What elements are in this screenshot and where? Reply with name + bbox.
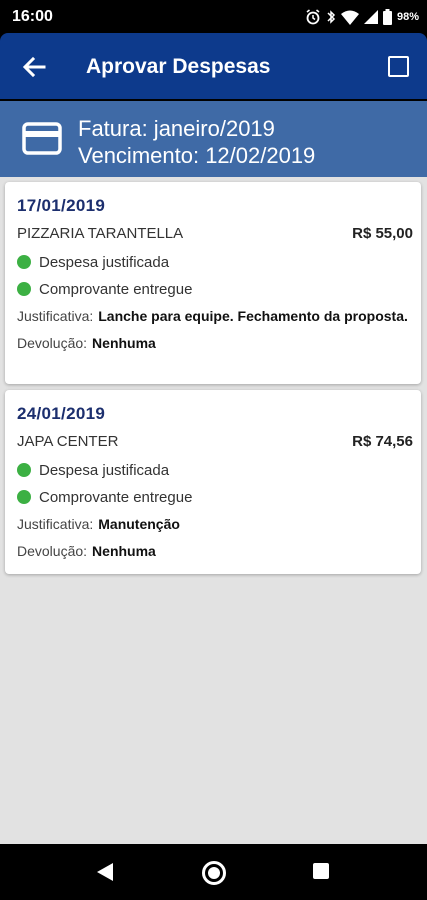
expense-date: 24/01/2019 — [17, 404, 106, 423]
battery-percentage: 98% — [396, 11, 419, 23]
status-bar: 16:00 98% — [0, 0, 427, 33]
back-button[interactable] — [18, 51, 50, 83]
justification-label: Justificativa: — [17, 308, 94, 324]
expense-amount: R$ 74,56 — [352, 433, 413, 450]
status-icons: 98% — [305, 8, 419, 26]
signal-icon — [363, 10, 378, 24]
refund-label: Devolução: — [17, 543, 88, 559]
invoice-header: Fatura: janeiro/2019 Vencimento: 12/02/2… — [0, 101, 427, 177]
refund-row: Devolução: Nenhuma — [17, 542, 409, 561]
justification-row: Justificativa: Manutenção — [17, 515, 409, 534]
home-circle-icon[interactable] — [201, 860, 227, 886]
system-nav-bar — [0, 844, 427, 900]
status-receipt-label: Comprovante entregue — [39, 488, 193, 506]
expense-vendor-row: PIZZARIA TARANTELLA R$ 55,00 — [17, 225, 413, 245]
page-title: Aprovar Despesas — [86, 55, 271, 78]
expense-vendor-row: JAPA CENTER R$ 74,56 — [17, 433, 413, 453]
credit-card-icon — [22, 122, 62, 155]
back-triangle-icon[interactable] — [96, 862, 114, 882]
recents-square-icon[interactable] — [313, 863, 329, 879]
arrow-left-icon — [22, 56, 46, 78]
refund-label: Devolução: — [17, 335, 88, 351]
invoice-month: Fatura: janeiro/2019 — [78, 116, 275, 141]
refund-row: Devolução: Nenhuma — [17, 334, 409, 353]
expense-vendor: PIZZARIA TARANTELLA — [17, 225, 184, 242]
refund-value: Nenhuma — [92, 543, 156, 559]
justification-label: Justificativa: — [17, 516, 94, 532]
expense-list: 17/01/2019 PIZZARIA TARANTELLA R$ 55,00 … — [0, 177, 427, 844]
expense-date: 17/01/2019 — [17, 196, 106, 215]
refund-value: Nenhuma — [92, 335, 156, 351]
wifi-icon — [340, 10, 359, 25]
invoice-due-date: Vencimento: 12/02/2019 — [78, 143, 316, 168]
status-time: 16:00 — [12, 8, 53, 25]
expense-vendor: JAPA CENTER — [17, 433, 119, 450]
status-justified-label: Despesa justificada — [39, 253, 170, 271]
app-bar: Aprovar Despesas — [0, 33, 427, 99]
alarm-icon — [306, 9, 320, 25]
status-justified: Despesa justificada — [17, 460, 409, 480]
green-dot-icon — [17, 463, 31, 477]
green-dot-icon — [17, 255, 31, 269]
justification-value: Lanche para equipe. Fechamento da propos… — [98, 308, 408, 324]
expense-card[interactable]: 17/01/2019 PIZZARIA TARANTELLA R$ 55,00 … — [5, 182, 421, 384]
expense-amount: R$ 55,00 — [352, 225, 413, 242]
green-dot-icon — [17, 490, 31, 504]
select-all-checkbox[interactable] — [388, 56, 409, 77]
justification-value: Manutenção — [98, 516, 180, 532]
green-dot-icon — [17, 282, 31, 296]
justification-row: Justificativa: Lanche para equipe. Fecha… — [17, 307, 409, 326]
bluetooth-icon — [327, 10, 336, 24]
invoice-info: Fatura: janeiro/2019 Vencimento: 12/02/2… — [78, 115, 315, 169]
battery-icon — [382, 9, 392, 25]
status-justified-label: Despesa justificada — [39, 461, 170, 479]
status-receipt: Comprovante entregue — [17, 487, 409, 507]
status-justified: Despesa justificada — [17, 252, 409, 272]
status-receipt-label: Comprovante entregue — [39, 280, 193, 298]
screen: 16:00 98% Aprovar Despesas Fatura: janei… — [0, 0, 427, 900]
status-receipt: Comprovante entregue — [17, 279, 409, 299]
expense-card[interactable]: 24/01/2019 JAPA CENTER R$ 74,56 Despesa … — [5, 390, 421, 574]
